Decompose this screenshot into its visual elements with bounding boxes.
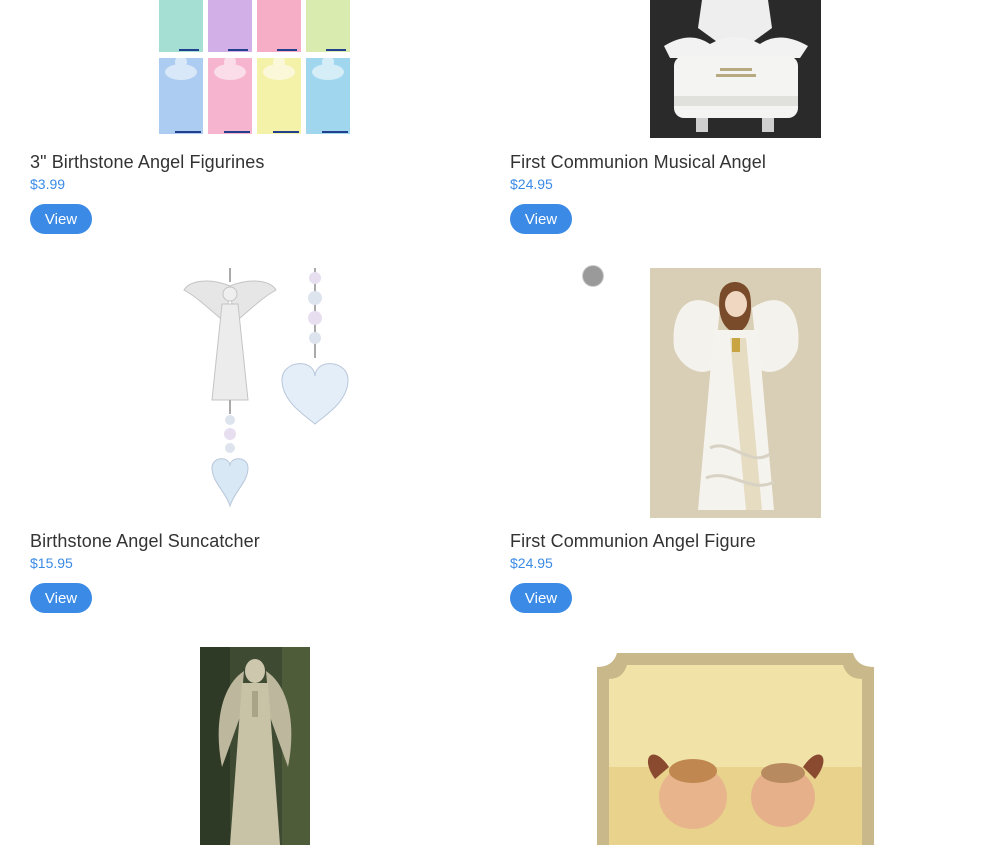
product-title[interactable]: First Communion Angel Figure — [510, 531, 756, 552]
view-button[interactable]: View — [510, 583, 572, 613]
product-image[interactable] — [583, 647, 888, 845]
product-image[interactable] — [650, 268, 821, 518]
view-button[interactable]: View — [30, 204, 92, 234]
product-title[interactable]: First Communion Musical Angel — [510, 152, 766, 173]
view-button[interactable]: View — [30, 583, 92, 613]
product-price: $3.99 — [30, 176, 66, 192]
product-image[interactable] — [180, 268, 355, 516]
product-image[interactable] — [200, 647, 310, 845]
product-title[interactable]: 3" Birthstone Angel Figurines — [30, 152, 264, 173]
product-image[interactable] — [650, 0, 821, 138]
product-title[interactable]: Birthstone Angel Suncatcher — [30, 531, 260, 552]
product-price: $24.95 — [510, 176, 553, 192]
view-button[interactable]: View — [510, 204, 572, 234]
product-image[interactable] — [157, 0, 353, 138]
product-price: $15.95 — [30, 555, 73, 571]
product-price: $24.95 — [510, 555, 553, 571]
cursor-indicator — [582, 265, 604, 287]
